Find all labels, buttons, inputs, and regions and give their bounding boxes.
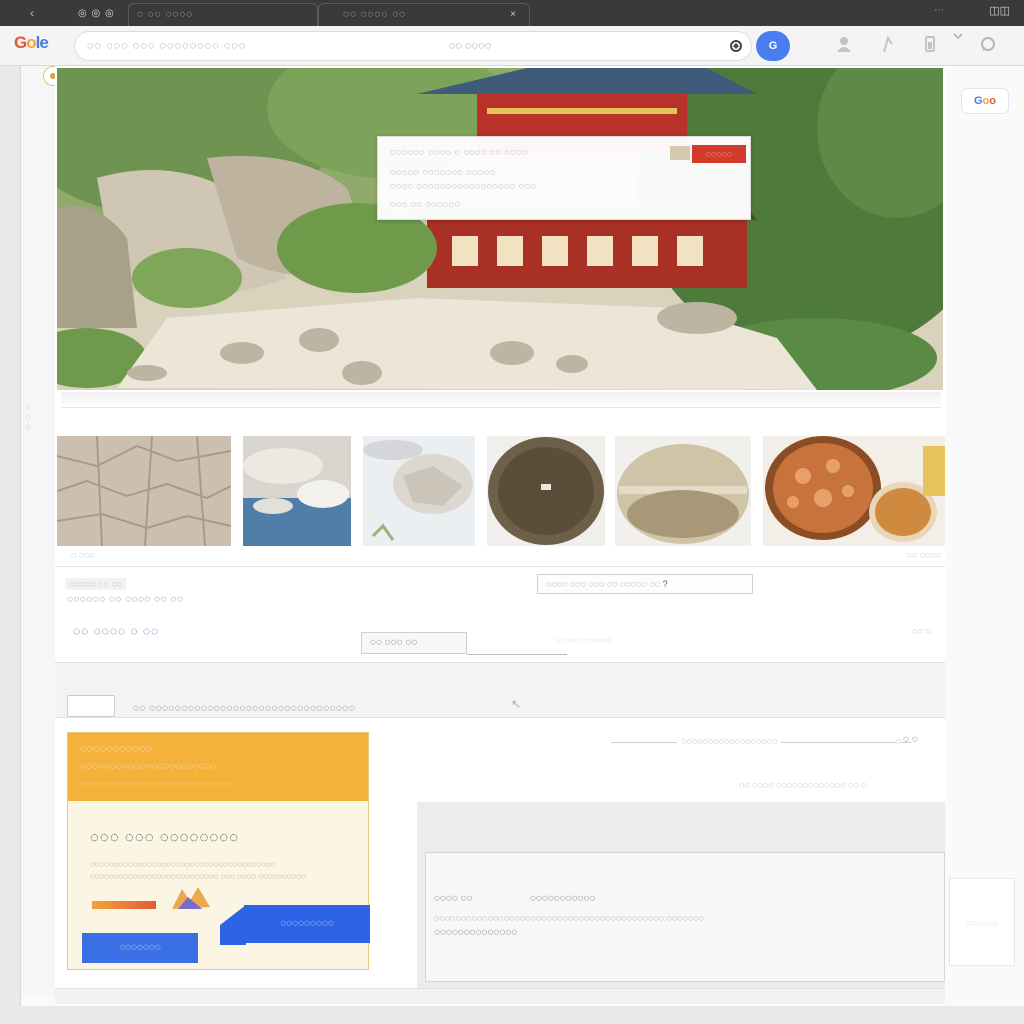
window-menu-icon[interactable]: ⋯ (934, 5, 944, 16)
promo-graphic-icon (172, 887, 210, 909)
battery-icon[interactable] (922, 34, 938, 59)
progress-row: ◌◌◌◌◌◌◌◌◌◌◌◌◌◌◌◌◌◌ ◌ (611, 736, 931, 750)
panel-value: ◌◌◌◌◌◌◌◌◌◌◌ (530, 893, 596, 904)
hero-card-title: ◌◌◌◌◌◌ ◌◌◌◌ ◌ ◌◌◌◌ ◌◌ ◌◌◌◌ (390, 147, 528, 157)
tab-2[interactable]: ◌◌ ◌◌◌◌ ◌◌ × (318, 3, 530, 26)
tab-2-label: ◌◌ ◌◌◌◌ ◌◌ (343, 9, 407, 20)
center-button[interactable]: ◌◌ ◌◌◌ ◌◌ (361, 632, 467, 654)
band-text: ◌◌ ◌◌◌◌◌◌◌◌◌◌◌◌◌◌◌◌◌◌◌◌◌◌◌◌◌◌◌◌◌◌◌◌ (133, 703, 356, 714)
center-link[interactable]: ◌◌◌◌◌◌◌◌◌◌◌◌ (555, 636, 612, 645)
panel-body: ◌◌◌◌◌◌◌◌◌◌◌◌◌◌◌◌◌◌◌◌◌◌◌◌◌◌◌◌◌◌◌◌◌◌◌◌◌◌◌◌… (434, 913, 704, 923)
hero-card-badge (670, 146, 690, 160)
search-button[interactable]: G (756, 31, 790, 61)
panel-label: ◌◌◌◌ ◌◌ (434, 893, 473, 904)
bottom-strip (55, 988, 945, 1004)
listing-right-meta: ◌◌ ◌ (912, 626, 931, 636)
hero-card-line: ◌◌◌◌◌ ◌◌◌◌◌◌◌ ◌◌◌◌◌ (390, 167, 496, 177)
main-content: ◌◌◌◌◌◌ ◌◌◌◌ ◌ ◌◌◌◌ ◌◌ ◌◌◌◌ ◌◌◌◌◌ ◌◌◌◌◌◌◌… (55, 66, 945, 988)
promo-title: ◌◌◌ ◌◌◌ ◌◌◌◌◌◌◌◌ (90, 829, 240, 846)
page-indicator[interactable]: ◌ ◌ (903, 734, 918, 745)
hero-card-line: ◌◌◌◌ ◌◌◌◌◌◌◌◌◌◌◌◌◌◌◌◌◌ ◌◌◌ (390, 181, 537, 191)
promo-header: ◌◌◌◌◌◌◌◌◌◌◌ ◌◌◌◌◌◌◌◌◌◌◌◌◌◌◌◌◌◌◌◌◌◌◌ ◌◌◌◌… (68, 733, 368, 801)
address-mid-text: ◌◌ ◌◌◌◌ (449, 40, 492, 52)
window-controls[interactable]: ◫◫ (989, 4, 1010, 17)
logo-letter: G (14, 33, 27, 52)
logo-letter: o (989, 95, 997, 107)
tab-1-label: ◌ ◌◌ ◌◌◌◌ (137, 9, 194, 20)
rating-text: ◌◌ ◌◌◌◌ ◌ ◌◌ (73, 624, 160, 638)
filter-chip[interactable]: ◌◌◌◌ ◌◌◌ ◌◌◌ ◌◌ ◌◌◌◌◌ ◌◌ ? (537, 574, 753, 594)
promo-header-line: ◌◌◌◌◌◌◌◌◌◌◌◌◌◌◌◌◌◌◌◌◌◌◌◌◌◌◌◌◌ (80, 779, 236, 789)
section-band: ◌◌ ◌◌◌◌◌◌◌◌◌◌◌◌◌◌◌◌◌◌◌◌◌◌◌◌◌◌◌◌◌◌◌◌ ↖ (55, 662, 945, 718)
thumbnail-caption-right: ◌◌ ◌◌◌◌ (906, 550, 941, 560)
address-text: ◌◌ ◌◌◌ ◌◌◌ ◌◌◌◌◌◌◌◌ ◌◌◌ (87, 40, 247, 52)
person-icon[interactable] (834, 34, 854, 59)
underline-bar (467, 654, 567, 655)
hero-card-line: ◌◌◌ ◌◌ ◌◌◌◌◌◌ (390, 199, 461, 209)
thumbnail-food-bowl[interactable] (763, 436, 945, 546)
thumbnail-caption-row: ◌ ◌◌◌ ◌◌ ◌◌◌◌ (65, 550, 945, 564)
promo-secondary-button[interactable]: ◌◌◌◌◌◌◌◌◌ (244, 905, 370, 943)
progress-end: ◌ (895, 736, 901, 746)
thumbnail-image (487, 436, 605, 546)
hero-divider (61, 392, 941, 408)
promo-rating-bar (92, 901, 156, 909)
browser-toolbar: Gole ◌◌ ◌◌◌ ◌◌◌ ◌◌◌◌◌◌◌◌ ◌◌◌ ◌◌ ◌◌◌◌ G (0, 26, 1024, 66)
promo-card: ◌◌◌◌◌◌◌◌◌◌◌ ◌◌◌◌◌◌◌◌◌◌◌◌◌◌◌◌◌◌◌◌◌◌◌ ◌◌◌◌… (67, 732, 370, 970)
promo-header-line: ◌◌◌◌◌◌◌◌◌◌◌ (80, 743, 152, 755)
rail-box[interactable]: ◌◌◌◌◌◌ (949, 878, 1015, 966)
thumbnail-image (243, 436, 351, 546)
listing-meta: ◌◌◌◌◌◌ ◌◌ ◌◌◌◌ ◌◌ ◌◌ (67, 594, 184, 605)
thumbnail-stone-pavement[interactable] (57, 436, 231, 546)
left-gutter: ◌◌◌ (21, 66, 57, 996)
browser-logo[interactable]: Gole (14, 33, 49, 53)
logo-letter: o (26, 33, 36, 52)
progress-label: ◌◌◌◌◌◌◌◌◌◌◌◌◌◌◌◌◌◌ (677, 736, 782, 746)
logo-letter: G (973, 95, 983, 107)
hero-card-button[interactable]: ◌◌◌◌◌ (692, 145, 746, 163)
cursor-icon: ↖ (511, 697, 522, 711)
promo-pointer (220, 905, 246, 945)
document-icon[interactable] (67, 695, 115, 717)
web-page: ◌◌◌ ◌◌◌◌◌◌ ◌◌◌◌ ◌ ◌◌◌◌ ◌◌ ◌◌◌◌ ◌◌◌◌◌ ◌◌◌… (20, 66, 1024, 1006)
thumbnail-sand-bowl[interactable] (615, 436, 751, 546)
sub-meta: ◌◌ ◌◌◌◌ ◌◌◌◌◌◌◌◌◌◌◌◌◌ ◌◌ ◌ (739, 780, 867, 790)
hero-image[interactable]: ◌◌◌◌◌◌ ◌◌◌◌ ◌ ◌◌◌◌ ◌◌ ◌◌◌◌ ◌◌◌◌◌ ◌◌◌◌◌◌◌… (57, 68, 943, 390)
detail-panel: ◌◌◌◌ ◌◌ ◌◌◌◌◌◌◌◌◌◌◌ ◌◌◌◌◌◌◌◌◌◌◌◌◌◌◌◌◌◌◌◌… (425, 852, 945, 982)
panel-footer: ◌◌◌◌◌◌◌◌◌◌◌◌◌◌ (434, 927, 518, 938)
pin-icon[interactable] (878, 34, 898, 59)
promo-description: ◌◌◌◌◌◌◌◌◌◌◌◌◌◌◌◌◌◌◌◌◌◌◌◌◌◌◌◌◌◌◌◌◌◌◌◌◌◌◌ … (90, 860, 306, 881)
thumbnail-image (57, 436, 231, 546)
logo-letter: le (35, 33, 49, 52)
address-bar[interactable]: ◌◌ ◌◌◌ ◌◌◌ ◌◌◌◌◌◌◌◌ ◌◌◌ ◌◌ ◌◌◌◌ (74, 31, 752, 61)
side-label: ◌◌◌ (23, 402, 33, 432)
home-tab[interactable]: ◎ ◎ ◎ (78, 3, 122, 26)
chat-icon[interactable] (978, 34, 998, 59)
listing-tag: ◌◌◌◌◌ ◌◌ ◌◌ (65, 578, 127, 590)
thumbnail-image (363, 436, 475, 546)
thumbnail-caption: ◌ ◌◌◌ (71, 550, 95, 560)
rail-logo[interactable]: Goo (961, 88, 1009, 114)
hero-scene (57, 68, 943, 390)
section-divider (55, 566, 945, 567)
tab-1[interactable]: ◌ ◌◌ ◌◌◌◌ (128, 3, 318, 26)
thumbnail-water-rocks[interactable] (243, 436, 351, 546)
browser-tab-bar: ‹ ◎ ◎ ◎ ◌ ◌◌ ◌◌◌◌ ◌◌ ◌◌◌◌ ◌◌ × ⋯ ◫◫ (0, 0, 1024, 26)
close-icon[interactable]: × (510, 4, 517, 26)
chevron-down-icon[interactable] (952, 30, 964, 44)
thumbnail-white-stones[interactable] (363, 436, 475, 546)
thumbnail-dark-grain[interactable] (487, 436, 605, 546)
thumbnail-image (763, 436, 945, 546)
promo-primary-button[interactable]: ◌◌◌◌◌◌◌ (82, 933, 198, 963)
thumbnail-image (615, 436, 751, 546)
mic-icon[interactable] (729, 39, 743, 56)
hero-info-card: ◌◌◌◌◌◌ ◌◌◌◌ ◌ ◌◌◌◌ ◌◌ ◌◌◌◌ ◌◌◌◌◌ ◌◌◌◌◌◌◌… (377, 136, 751, 220)
promo-header-line: ◌◌◌◌◌◌◌◌◌◌◌◌◌◌◌◌◌◌◌◌◌◌◌ (80, 761, 217, 772)
back-icon[interactable]: ‹ (30, 6, 34, 20)
